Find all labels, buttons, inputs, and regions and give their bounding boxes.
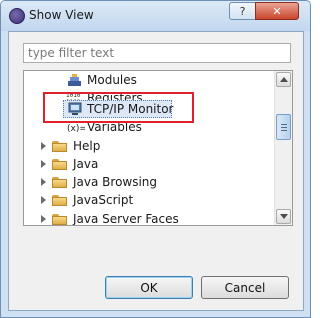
expand-arrow-icon[interactable] xyxy=(41,196,46,204)
expand-arrow-icon[interactable] xyxy=(41,142,46,150)
title-bar[interactable]: Show View ? ✕ xyxy=(1,1,310,31)
help-icon: ? xyxy=(239,4,246,18)
filter-input[interactable] xyxy=(23,43,291,63)
tree-item-label: JavaScript xyxy=(73,193,134,207)
expand-arrow-icon[interactable] xyxy=(41,178,46,186)
dialog-title: Show View xyxy=(29,8,94,22)
tree-scrollbar[interactable] xyxy=(274,71,292,225)
scroll-thumb[interactable] xyxy=(276,114,291,140)
tree-item-label: Modules xyxy=(87,73,137,87)
close-icon: ✕ xyxy=(272,4,282,18)
tree-item-label: Java xyxy=(73,157,99,171)
arrow-down-icon xyxy=(280,214,288,219)
tree-item-label: Java Server Faces xyxy=(73,212,179,226)
eclipse-icon xyxy=(9,8,25,24)
svg-text:(x)=: (x)= xyxy=(67,124,85,134)
tree-item-java-browsing[interactable]: Java Browsing xyxy=(24,173,274,191)
tree-item-java-server-faces[interactable]: Java Server Faces xyxy=(24,210,274,226)
folder-icon xyxy=(52,141,67,152)
tree-item-label: Java Browsing xyxy=(73,175,158,189)
cancel-button[interactable]: Cancel xyxy=(201,276,289,299)
tree-item-javascript[interactable]: JavaScript xyxy=(24,191,274,209)
modules-icon xyxy=(68,74,81,86)
scroll-up-button[interactable] xyxy=(276,72,291,87)
tree-item-java[interactable]: Java xyxy=(24,155,274,173)
annotation-highlight-box xyxy=(43,92,194,123)
folder-icon xyxy=(52,195,67,206)
expand-arrow-icon[interactable] xyxy=(41,160,46,168)
tree-item-help[interactable]: Help xyxy=(24,137,274,155)
ok-button[interactable]: OK xyxy=(105,276,193,299)
help-button[interactable]: ? xyxy=(229,2,256,20)
arrow-up-icon xyxy=(280,77,288,82)
folder-icon xyxy=(52,159,67,170)
dialog-body: Modules 1010 0101 Registers TCP/IP Monit… xyxy=(8,31,304,311)
folder-icon xyxy=(52,214,67,225)
close-button[interactable]: ✕ xyxy=(255,2,299,20)
show-view-dialog: Show View ? ✕ Modules 1010 xyxy=(0,0,311,318)
expand-arrow-icon[interactable] xyxy=(41,215,46,223)
scroll-down-button[interactable] xyxy=(276,209,291,224)
tree-item-label: Help xyxy=(73,139,101,153)
tree-item-modules[interactable]: Modules xyxy=(24,71,274,89)
folder-icon xyxy=(52,177,67,188)
